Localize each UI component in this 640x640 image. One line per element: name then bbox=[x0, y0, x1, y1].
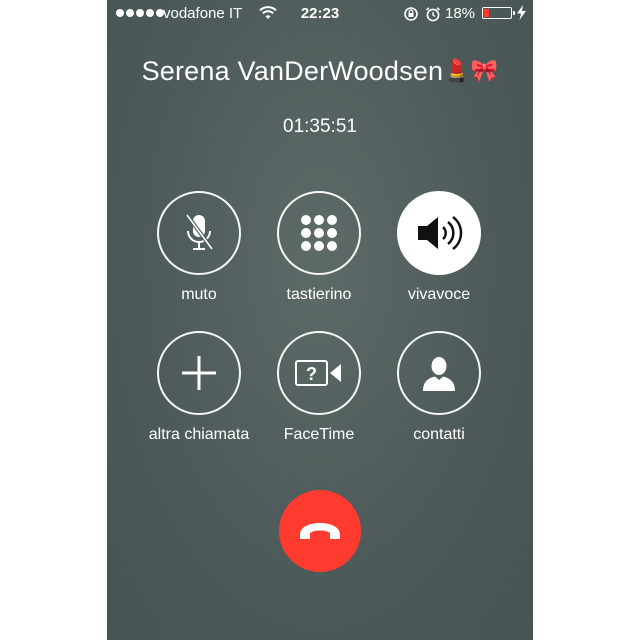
caller-emoji: 💄🎀 bbox=[443, 58, 499, 83]
add-call-button[interactable] bbox=[157, 331, 241, 415]
facetime-icon: ? bbox=[295, 360, 341, 386]
svg-text:?: ? bbox=[306, 364, 317, 384]
speaker-label: vivavoce bbox=[407, 286, 471, 303]
speaker-button[interactable] bbox=[397, 191, 481, 275]
keypad-icon bbox=[301, 215, 337, 251]
keypad-button[interactable] bbox=[277, 191, 361, 275]
call-screen: vodafone IT 22:23 18% Serena VanDerWoods… bbox=[107, 0, 533, 640]
caller-name-text: Serena VanDerWoodsen bbox=[141, 56, 444, 86]
battery-icon bbox=[482, 7, 515, 19]
call-duration: 01:35:51 bbox=[283, 116, 357, 137]
speaker-icon bbox=[418, 216, 463, 250]
facetime-button[interactable]: ? bbox=[277, 331, 361, 415]
contacts-button[interactable] bbox=[397, 331, 481, 415]
battery-percent: 18% bbox=[445, 5, 476, 22]
rotation-lock-icon bbox=[403, 6, 419, 26]
caller-name: Serena VanDerWoodsen💄🎀 bbox=[107, 56, 533, 87]
phone-hangup-icon bbox=[300, 523, 340, 539]
contact-icon bbox=[423, 357, 455, 391]
charging-bolt-icon bbox=[517, 5, 526, 24]
status-bar: vodafone IT 22:23 18% bbox=[107, 0, 533, 28]
contacts-label: contatti bbox=[413, 426, 465, 443]
mute-button[interactable] bbox=[157, 191, 241, 275]
microphone-muted-icon bbox=[185, 213, 214, 251]
alarm-icon bbox=[425, 6, 441, 26]
plus-icon bbox=[182, 356, 216, 390]
end-call-button[interactable] bbox=[279, 490, 361, 572]
